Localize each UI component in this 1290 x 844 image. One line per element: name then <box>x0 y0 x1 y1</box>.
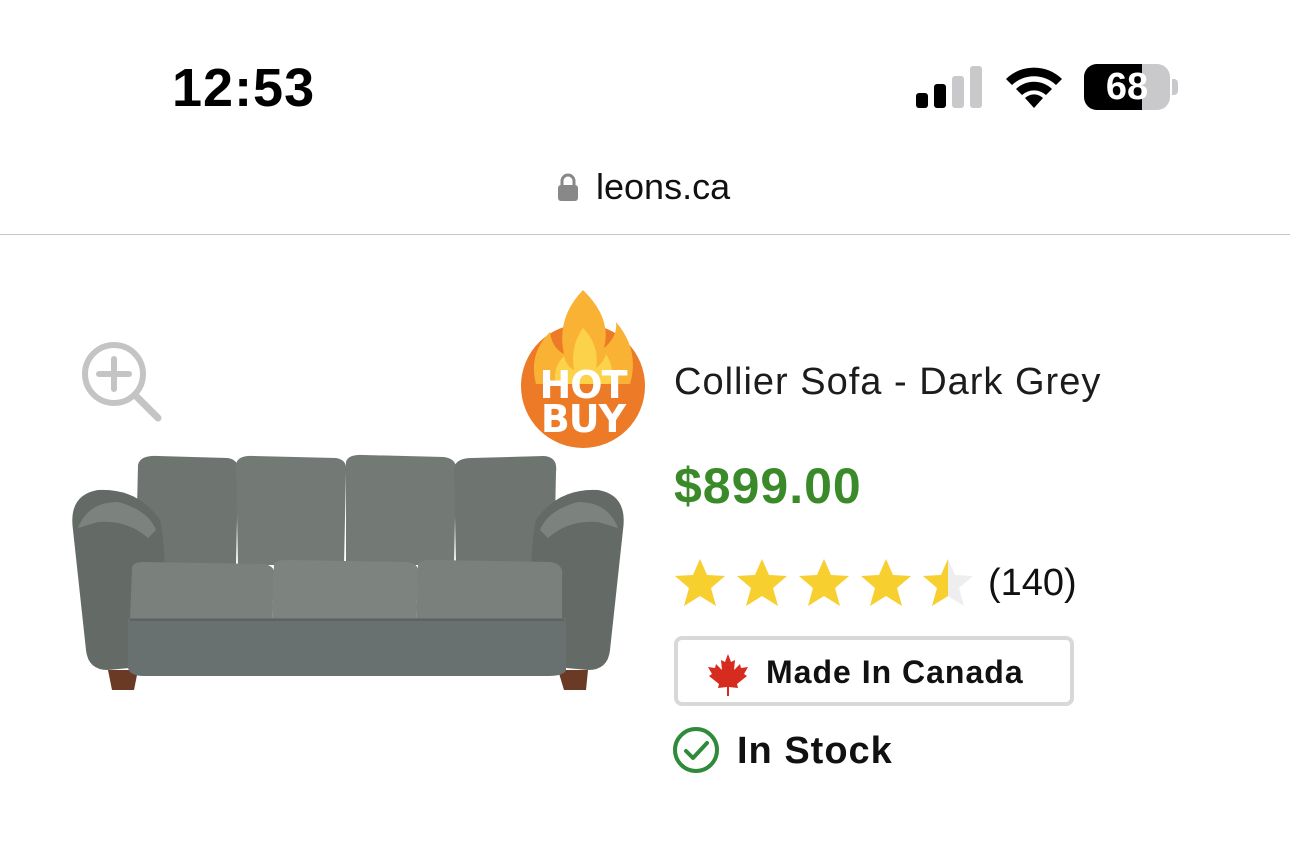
made-in-canada-label: Made In Canada <box>766 654 1024 690</box>
star-icon <box>923 559 973 606</box>
product-title: Collier Sofa - Dark Grey <box>674 361 1102 403</box>
made-in-canada-badge: Made In Canada <box>674 636 1074 706</box>
stock-status: In Stock <box>737 730 893 772</box>
address-bar-divider <box>0 234 1290 235</box>
signal-icon <box>916 66 982 108</box>
hot-buy-badge: HOT BUY <box>512 288 654 460</box>
battery-tip <box>1172 79 1178 95</box>
product-price: $899.00 <box>674 458 862 514</box>
lock-icon <box>558 173 578 201</box>
check-circle-icon <box>673 727 719 773</box>
battery-percent: 68 <box>1105 66 1149 108</box>
star-icon <box>737 559 787 606</box>
status-time: 12:53 <box>172 58 316 118</box>
product-page: 12:53 68 leons.ca HOT BUY Collier Sofa -… <box>0 0 1290 844</box>
star-icon <box>799 559 849 606</box>
maple-leaf-icon <box>708 654 748 696</box>
url-text[interactable]: leons.ca <box>596 166 730 208</box>
zoom-in-icon[interactable] <box>80 340 164 424</box>
review-count[interactable]: (140) <box>988 560 1077 606</box>
product-image[interactable] <box>68 450 628 695</box>
hot-buy-badge-line2: BUY <box>540 397 626 441</box>
star-icon <box>675 559 725 606</box>
wifi-icon <box>1006 67 1062 108</box>
battery-icon: 68 <box>1084 64 1170 110</box>
star-icon <box>861 559 911 606</box>
address-bar[interactable]: leons.ca <box>0 150 1290 234</box>
